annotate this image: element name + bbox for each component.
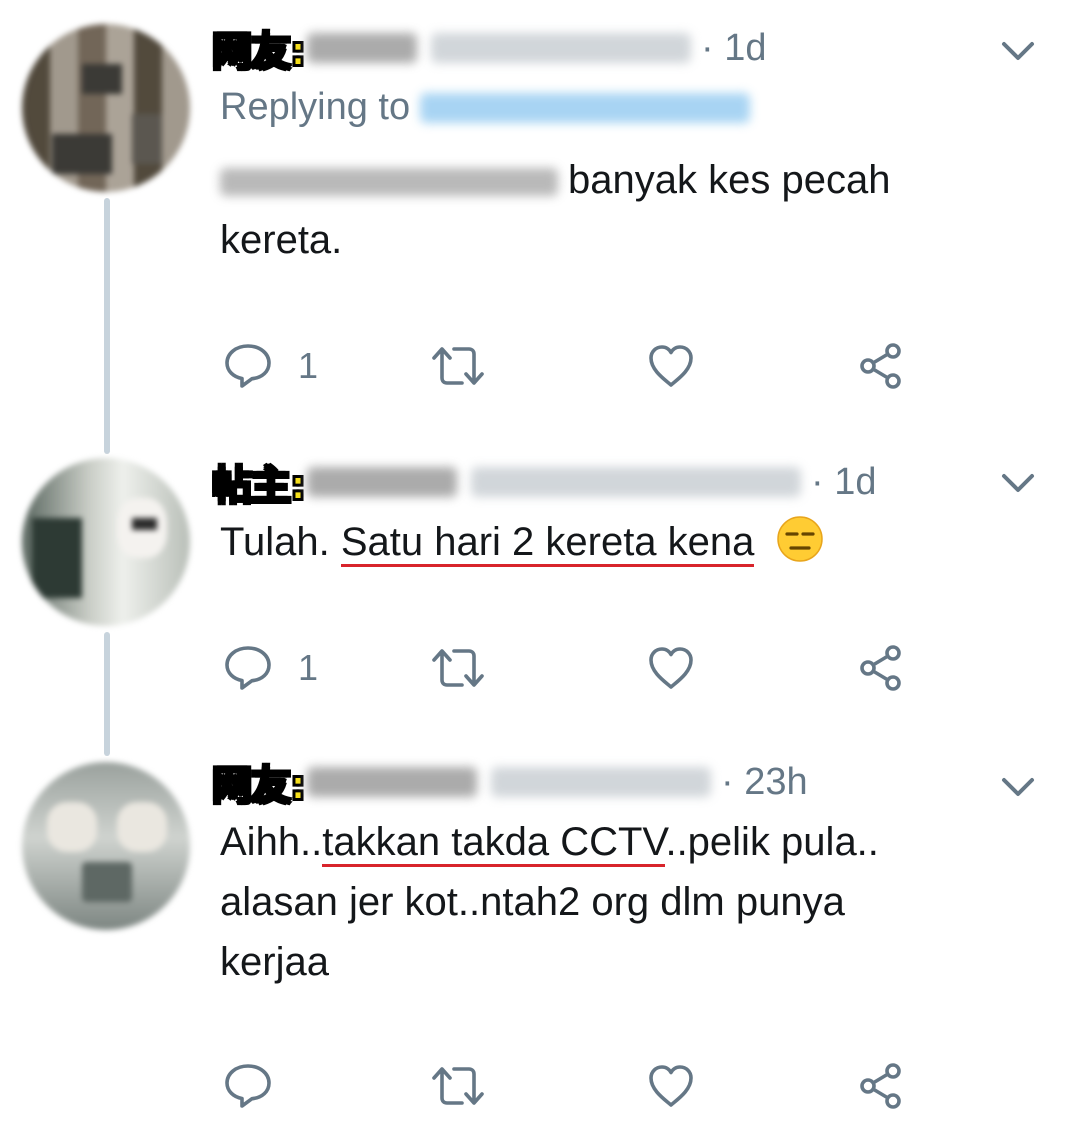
username-redacted[interactable] — [431, 33, 691, 63]
retweet-button[interactable] — [428, 338, 488, 394]
reply-count: 1 — [298, 345, 319, 386]
chevron-down-icon[interactable] — [996, 772, 1040, 802]
tweet-header: 网友: · 1d — [211, 18, 767, 78]
display-name-redacted[interactable] — [307, 33, 417, 63]
annotation-tag: 网友: — [211, 28, 307, 76]
reply-icon — [225, 1064, 271, 1108]
share-button[interactable] — [856, 640, 906, 696]
share-icon — [860, 343, 901, 389]
avatar[interactable] — [22, 458, 190, 626]
username-redacted[interactable] — [491, 767, 711, 797]
share-button[interactable] — [856, 338, 906, 394]
reply-count: 1 — [298, 647, 319, 688]
thread-line — [104, 198, 110, 454]
display-name-redacted[interactable] — [307, 767, 477, 797]
annotation-tag: 帖主: — [211, 462, 307, 510]
retweet-icon — [432, 649, 484, 687]
tweet-text: banyak kes pecah kereta. — [220, 158, 891, 262]
timestamp[interactable]: · 1d — [811, 461, 877, 504]
reply-icon — [225, 646, 271, 690]
like-icon — [649, 1065, 693, 1107]
share-icon — [860, 645, 901, 691]
reply-button[interactable]: 1 — [222, 640, 318, 696]
like-icon — [649, 345, 693, 387]
retweet-button[interactable] — [428, 1058, 488, 1114]
annotation-tag: 网友: — [211, 762, 307, 810]
avatar[interactable] — [22, 762, 190, 930]
tweet-actions: 1 — [220, 640, 920, 696]
tweet-header: 网友: · 23h — [211, 752, 808, 812]
tweet-header: 帖主: · 1d — [211, 452, 877, 512]
replying-to-handle-redacted[interactable] — [420, 92, 751, 123]
timestamp[interactable]: · 23h — [721, 761, 808, 804]
like-button[interactable] — [646, 1058, 696, 1114]
replying-to: Replying to — [220, 86, 751, 129]
avatar[interactable] — [22, 24, 190, 192]
highlighted-text: takkan takda CCTV — [322, 820, 666, 867]
expressionless-face-emoji — [776, 516, 823, 562]
chevron-down-icon[interactable] — [996, 36, 1040, 66]
redacted-location — [220, 168, 558, 197]
thread-line — [104, 632, 110, 756]
retweet-icon — [432, 1067, 484, 1105]
tweet-text: Tulah. Satu hari 2 kereta kena — [220, 512, 1020, 572]
tweet-text: Aihh..takkan takda CCTV..pelik pula.. al… — [220, 820, 879, 984]
reply-button[interactable]: 1 — [222, 338, 318, 394]
display-name-redacted[interactable] — [307, 467, 457, 497]
share-button[interactable] — [856, 1058, 906, 1114]
reply-button[interactable] — [222, 1058, 274, 1114]
like-button[interactable] — [646, 338, 696, 394]
like-button[interactable] — [646, 640, 696, 696]
tweet-actions — [220, 1058, 920, 1114]
username-redacted[interactable] — [471, 467, 801, 497]
timestamp[interactable]: · 1d — [701, 27, 767, 70]
share-icon — [860, 1063, 901, 1109]
reply-icon — [225, 344, 271, 388]
highlighted-text: Satu hari 2 kereta kena — [340, 520, 755, 567]
retweet-icon — [432, 347, 484, 385]
chevron-down-icon[interactable] — [996, 468, 1040, 498]
retweet-button[interactable] — [428, 640, 488, 696]
like-icon — [649, 647, 693, 689]
tweet-actions: 1 — [220, 338, 920, 394]
